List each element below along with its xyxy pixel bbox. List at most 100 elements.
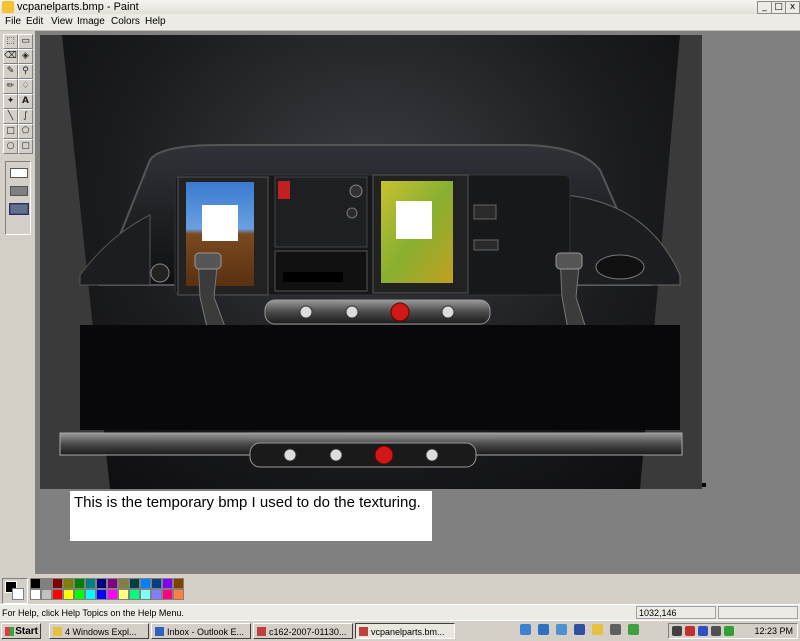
tray-icon-2[interactable]: [685, 626, 695, 636]
mfd-placeholder-label: [396, 201, 432, 239]
menu-help[interactable]: Help: [145, 14, 166, 30]
color-picker-icon[interactable]: ✎: [3, 64, 18, 79]
color-swatch[interactable]: [30, 578, 41, 589]
text-icon[interactable]: A: [18, 94, 33, 109]
outlook-quick-icon[interactable]: [556, 624, 567, 635]
taskbar: Start 4 Windows Expl... Inbox - Outlook …: [0, 620, 800, 641]
color-swatch[interactable]: [63, 589, 74, 600]
fill-only-option[interactable]: [9, 203, 29, 215]
color-swatch[interactable]: [85, 578, 96, 589]
color-swatch[interactable]: [96, 589, 107, 600]
image-canvas[interactable]: [40, 35, 702, 489]
paint-icon: [359, 627, 368, 636]
free-select-icon[interactable]: ⬚: [3, 34, 18, 49]
background-color[interactable]: [12, 588, 24, 600]
status-bar: For Help, click Help Topics on the Help …: [0, 604, 800, 621]
window-title: vcpanelparts.bmp - Paint: [17, 1, 139, 13]
color-swatch[interactable]: [118, 578, 129, 589]
ie-icon[interactable]: [538, 624, 549, 635]
color-swatch[interactable]: [52, 589, 63, 600]
color-swatch[interactable]: [41, 578, 52, 589]
menu-edit[interactable]: Edit: [26, 14, 43, 30]
pfd-placeholder-label: [202, 205, 238, 241]
color-swatch[interactable]: [129, 578, 140, 589]
color-swatch[interactable]: [107, 578, 118, 589]
brush-icon[interactable]: ♢: [18, 79, 33, 94]
task-outlook[interactable]: Inbox - Outlook E...: [151, 623, 251, 639]
windows-logo-icon: [5, 627, 14, 636]
close-button[interactable]: x: [785, 1, 800, 14]
ellipse-icon[interactable]: ○: [3, 139, 18, 154]
color-swatch[interactable]: [74, 589, 85, 600]
red-knob-upper: [390, 302, 410, 322]
color-swatch[interactable]: [140, 578, 151, 589]
paint-app-icon[interactable]: [2, 1, 14, 13]
canvas-workspace[interactable]: This is the temporary bmp I used to do t…: [36, 31, 800, 574]
folder-quick-icon[interactable]: [592, 624, 603, 635]
network-icon[interactable]: [520, 624, 531, 635]
start-button[interactable]: Start: [1, 623, 41, 639]
red-knob-lower: [374, 445, 394, 465]
task-vcpanelparts[interactable]: vcpanelparts.bm...: [355, 623, 455, 639]
resize-handle[interactable]: [702, 483, 706, 487]
cursor-coordinates: 1032,146: [636, 606, 716, 619]
color-swatch[interactable]: [162, 578, 173, 589]
color-swatch[interactable]: [151, 589, 162, 600]
line-icon[interactable]: ╲: [3, 109, 18, 124]
outline-fill-option[interactable]: [10, 186, 28, 196]
rounded-rect-icon[interactable]: ▢: [18, 139, 33, 154]
fill-bucket-icon[interactable]: ◈: [18, 49, 33, 64]
rectangle-icon[interactable]: □: [3, 124, 18, 139]
tray-icon-4[interactable]: [711, 626, 721, 636]
red-switch: [278, 181, 290, 199]
color-swatch[interactable]: [30, 589, 41, 600]
tray-icon-5[interactable]: [724, 626, 734, 636]
task-label: c162-2007-01130...: [269, 627, 347, 637]
task-windows-explorer[interactable]: 4 Windows Expl...: [49, 623, 149, 639]
color-swatch[interactable]: [173, 578, 184, 589]
start-label: Start: [15, 626, 38, 637]
menu-image[interactable]: Image: [77, 14, 105, 30]
task-label: Inbox - Outlook E...: [167, 627, 245, 637]
maximize-button[interactable]: □: [771, 1, 786, 14]
tool-box: ⬚ ▭ ⌫ ◈ ✎ ⚲ ✏ ♢ ✦ A ╲ ∫ □ ⬠ ○ ▢: [0, 31, 36, 574]
menu-colors[interactable]: Colors: [111, 14, 140, 30]
color-swatch[interactable]: [63, 578, 74, 589]
task-label: vcpanelparts.bm...: [371, 627, 445, 637]
color-swatch[interactable]: [151, 578, 162, 589]
airbrush-icon[interactable]: ✦: [3, 94, 18, 109]
rect-select-icon[interactable]: ▭: [18, 34, 33, 49]
menu-file[interactable]: File: [5, 14, 21, 30]
magnifier-icon[interactable]: ⚲: [18, 64, 33, 79]
title-bar: vcpanelparts.bmp - Paint _ □ x: [0, 0, 800, 15]
color-swatch[interactable]: [85, 589, 96, 600]
color-swatch[interactable]: [52, 578, 63, 589]
media-quick-icon[interactable]: [610, 624, 621, 635]
pencil-icon[interactable]: ✏: [3, 79, 18, 94]
color-swatch[interactable]: [140, 589, 151, 600]
color-swatch[interactable]: [129, 589, 140, 600]
polygon-icon[interactable]: ⬠: [18, 124, 33, 139]
color-palette: [0, 574, 800, 604]
eraser-icon[interactable]: ⌫: [3, 49, 18, 64]
color-swatch[interactable]: [162, 589, 173, 600]
app-quick-icon[interactable]: [574, 624, 585, 635]
color-swatch[interactable]: [41, 589, 52, 600]
task-c162[interactable]: c162-2007-01130...: [253, 623, 353, 639]
minimize-button[interactable]: _: [757, 1, 772, 14]
radio-stack: [274, 250, 368, 292]
color-swatch[interactable]: [74, 578, 85, 589]
tool-quick-icon[interactable]: [628, 624, 639, 635]
tray-icon-1[interactable]: [672, 626, 682, 636]
color-swatch[interactable]: [118, 589, 129, 600]
color-swatch[interactable]: [173, 589, 184, 600]
menu-view[interactable]: View: [51, 14, 73, 30]
color-swatch[interactable]: [107, 589, 118, 600]
curve-icon[interactable]: ∫: [18, 109, 33, 124]
tray-icon-3[interactable]: [698, 626, 708, 636]
current-colors: [2, 578, 28, 604]
color-swatch[interactable]: [96, 578, 107, 589]
status-help-text: For Help, click Help Topics on the Help …: [2, 608, 184, 618]
outline-only-option[interactable]: [10, 168, 28, 178]
caption-text-box: This is the temporary bmp I used to do t…: [70, 491, 432, 541]
